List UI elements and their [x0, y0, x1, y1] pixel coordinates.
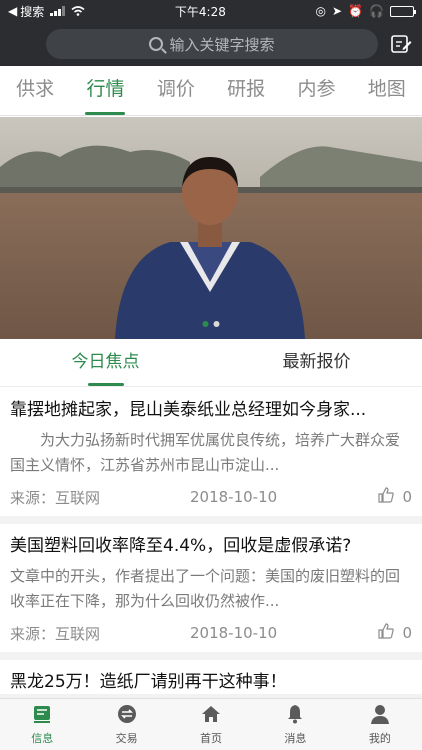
- article-meta: 来源：互联网 2018-10-10 0: [10, 478, 412, 516]
- tab-5[interactable]: 地图: [352, 66, 422, 115]
- nav-label: 首页: [200, 732, 223, 745]
- signal-icon: [50, 6, 66, 16]
- thumbs-up-icon: [378, 487, 395, 507]
- nav-item-3[interactable]: 消息: [253, 699, 337, 750]
- carousel-dot[interactable]: [202, 321, 209, 327]
- subtab-1[interactable]: 最新报价: [211, 339, 422, 386]
- info-icon: [31, 703, 53, 728]
- wifi-icon: [71, 6, 85, 16]
- article-list: 靠摆地摊起家，昆山美泰纸业总经理如今身家... 为大力弘扬新时代拥军优属优良传统，…: [0, 388, 422, 698]
- like-count: 0: [402, 624, 412, 642]
- article-item[interactable]: 美国塑料回收率降至4.4%，回收是虚假承诺? 文章中的开头，作者提出了一个问题：美…: [0, 524, 422, 660]
- alarm-icon: ⏰: [348, 4, 364, 18]
- article-source: 来源：互联网: [10, 488, 101, 507]
- nav-item-1[interactable]: 交易: [84, 699, 168, 750]
- tab-0[interactable]: 供求: [0, 66, 70, 115]
- location-icon: ➤: [332, 4, 343, 18]
- status-time: 下午4:28: [174, 4, 226, 19]
- battery-icon: [390, 5, 416, 17]
- banner-carousel[interactable]: [0, 117, 422, 339]
- article-summary: 文章中的开头，作者提出了一个问题：美国的废旧塑料的回收率正在下降，那为什么回收仍…: [10, 567, 401, 610]
- article-summary: 为大力弘扬新时代拥军优属优良传统，培养广大群众爱国主义情怀，江苏省苏州市昆山市淀…: [10, 431, 401, 474]
- article-item[interactable]: 靠摆地摊起家，昆山美泰纸业总经理如今身家... 为大力弘扬新时代拥军优属优良传统，…: [0, 388, 422, 524]
- article-item[interactable]: 黑龙25万！造纸厂请别再干这种事！: [0, 660, 422, 698]
- lock-rotation-icon: ◎: [315, 4, 327, 18]
- tab-4[interactable]: 内参: [281, 66, 351, 115]
- like-button[interactable]: 0: [378, 487, 412, 507]
- search-placeholder: 输入关键字搜索: [169, 35, 275, 54]
- article-title[interactable]: 黑龙25万！造纸厂请别再干这种事！: [10, 670, 412, 694]
- nav-label: 交易: [115, 732, 138, 745]
- article-source: 来源：互联网: [10, 624, 101, 643]
- like-count: 0: [402, 488, 412, 506]
- banner-image: [0, 117, 422, 339]
- article-title[interactable]: 靠摆地摊起家，昆山美泰纸业总经理如今身家...: [10, 398, 412, 422]
- bell-icon: [284, 703, 306, 728]
- tab-3[interactable]: 研报: [211, 66, 281, 115]
- exchange-icon: [116, 703, 138, 728]
- bottom-nav: 信息 交易 首页 消息 我的: [0, 698, 422, 750]
- nav-item-2[interactable]: 首页: [169, 699, 253, 750]
- nav-label: 信息: [31, 732, 54, 745]
- carrier-label: 搜索: [20, 4, 45, 19]
- thumbs-up-icon: [378, 623, 395, 643]
- category-tabs: 供求 行情 调价 研报 内参 地图: [0, 66, 422, 116]
- user-icon: [369, 703, 391, 728]
- tab-1[interactable]: 行情: [70, 66, 140, 115]
- sub-tabs: 今日焦点 最新报价: [0, 339, 422, 387]
- nav-label: 我的: [368, 732, 391, 745]
- nav-item-4[interactable]: 我的: [338, 699, 422, 750]
- subtab-0[interactable]: 今日焦点: [0, 339, 211, 386]
- article-title[interactable]: 美国塑料回收率降至4.4%，回收是虚假承诺?: [10, 534, 412, 558]
- status-bar: ◀ 搜索 下午4:28 ◎ ➤ ⏰ 🎧: [0, 0, 422, 22]
- home-icon: [200, 703, 222, 728]
- top-bar: ◀ 搜索 下午4:28 ◎ ➤ ⏰ 🎧 输入关键字搜索: [0, 0, 422, 66]
- tab-2[interactable]: 调价: [141, 66, 211, 115]
- article-meta: 来源：互联网 2018-10-10 0: [10, 614, 412, 652]
- like-button[interactable]: 0: [378, 623, 412, 643]
- back-arrow-icon: ◀: [8, 4, 18, 18]
- headphones-icon: 🎧: [369, 4, 384, 18]
- article-date: 2018-10-10: [190, 624, 278, 642]
- search-icon: [149, 37, 164, 51]
- nav-item-0[interactable]: 信息: [0, 699, 84, 750]
- article-date: 2018-10-10: [190, 488, 278, 506]
- edit-icon[interactable]: [390, 33, 412, 55]
- carousel-dot[interactable]: [213, 321, 220, 327]
- nav-label: 消息: [284, 732, 307, 745]
- back-to-search-link[interactable]: ◀ 搜索: [8, 3, 44, 20]
- search-bar[interactable]: 输入关键字搜索: [46, 29, 378, 59]
- carousel-dots: [202, 321, 220, 327]
